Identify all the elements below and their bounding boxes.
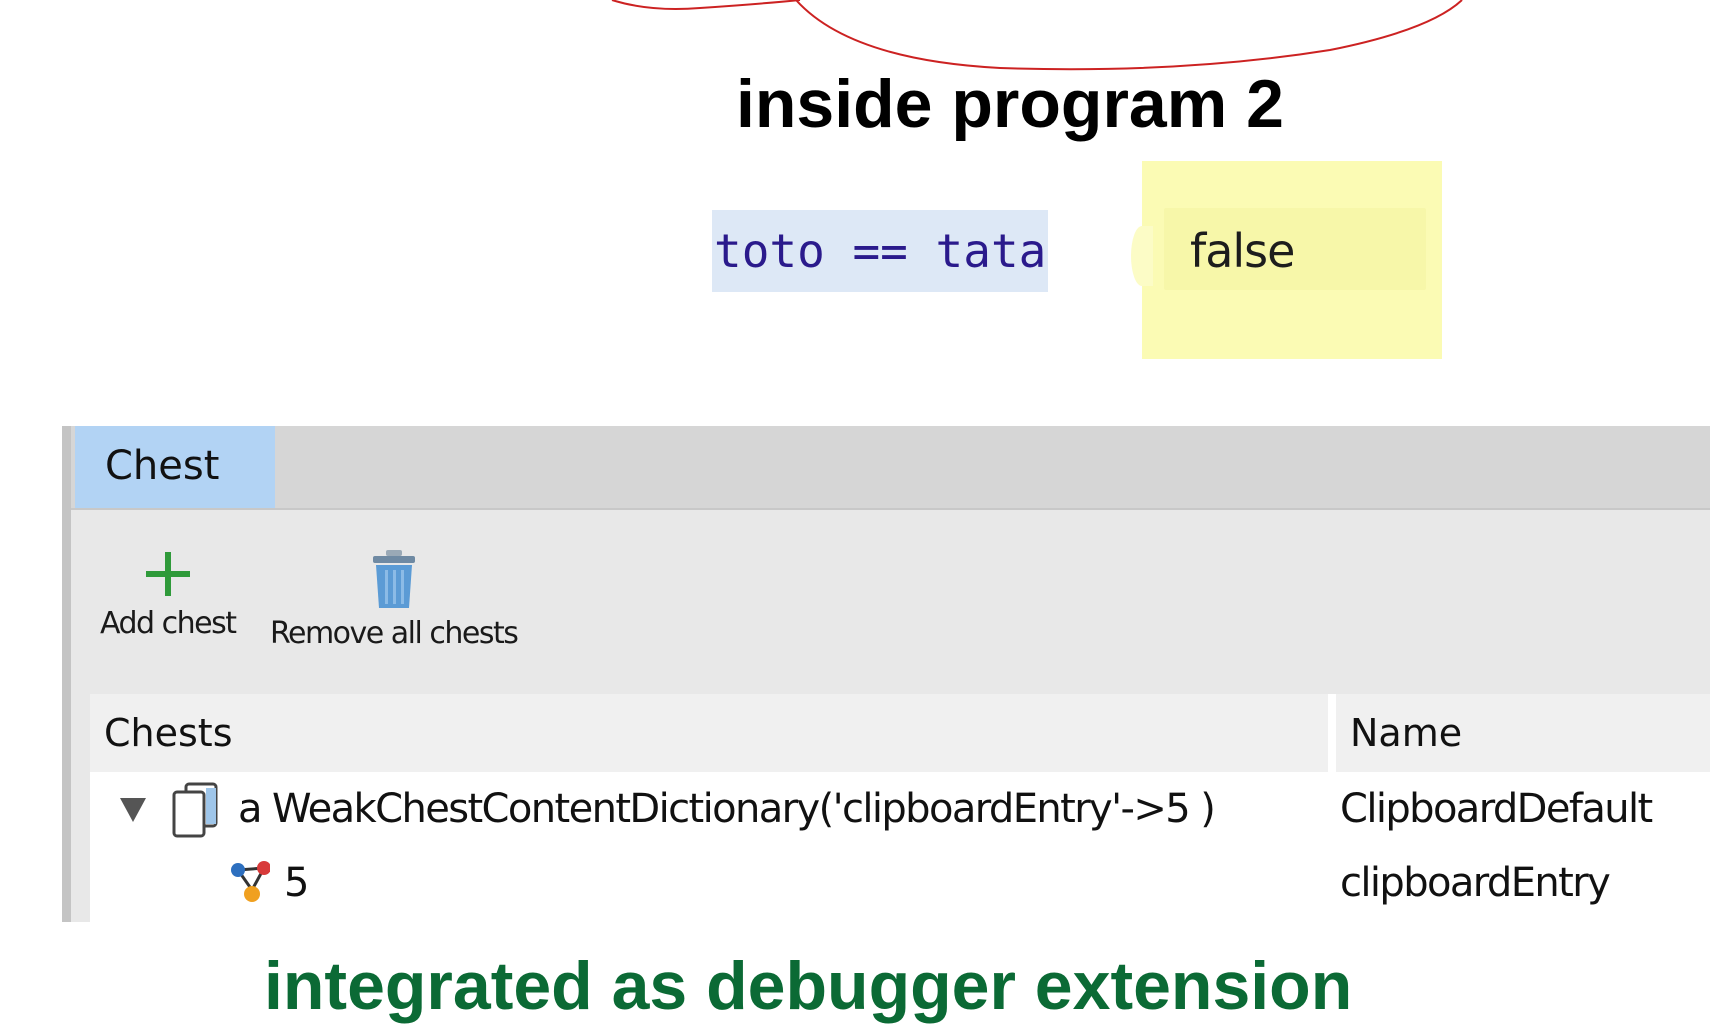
column-divider[interactable] [1328, 694, 1336, 772]
add-chest-label: Add chest [100, 606, 237, 641]
slide-heading-bottom: integrated as debugger extension [264, 948, 1353, 1024]
chest-entry-name: ClipboardDefault [1340, 786, 1653, 832]
result-bubble-notch [1131, 226, 1153, 286]
table-row[interactable]: a WeakChestContentDictionary('clipboardE… [90, 772, 1710, 846]
add-chest-button[interactable]: Add chest [100, 548, 237, 641]
chest-entry-name: clipboardEntry [1340, 860, 1611, 906]
tab-bar: Chest [71, 426, 1710, 510]
variable-icon [231, 861, 270, 902]
plus-icon [145, 552, 190, 596]
code-expression[interactable]: toto == tata [712, 210, 1049, 292]
callout-curve-right [795, 0, 1463, 71]
remove-all-chests-label: Remove all chests [270, 616, 519, 651]
triangle-down-icon[interactable] [118, 794, 148, 824]
remove-all-chests-button[interactable]: Remove all chests [270, 548, 519, 651]
chests-table: Chests Name a WeakChestContentDictionary… [90, 694, 1710, 922]
tab-chest[interactable]: Chest [75, 426, 275, 508]
column-header-chests[interactable]: Chests [90, 694, 1328, 772]
trash-icon [372, 550, 415, 608]
chest-entry-value: 5 [284, 860, 309, 906]
chest-entry-value: a WeakChestContentDictionary('clipboardE… [238, 786, 1216, 832]
callout-curve-left [611, 0, 801, 10]
result-value: false [1190, 224, 1295, 278]
dictionary-icon [172, 782, 218, 838]
table-row[interactable]: 5 clipboardEntry [90, 846, 1710, 920]
slide-heading-top: inside program 2 [736, 66, 1284, 142]
column-header-name[interactable]: Name [1336, 694, 1710, 772]
